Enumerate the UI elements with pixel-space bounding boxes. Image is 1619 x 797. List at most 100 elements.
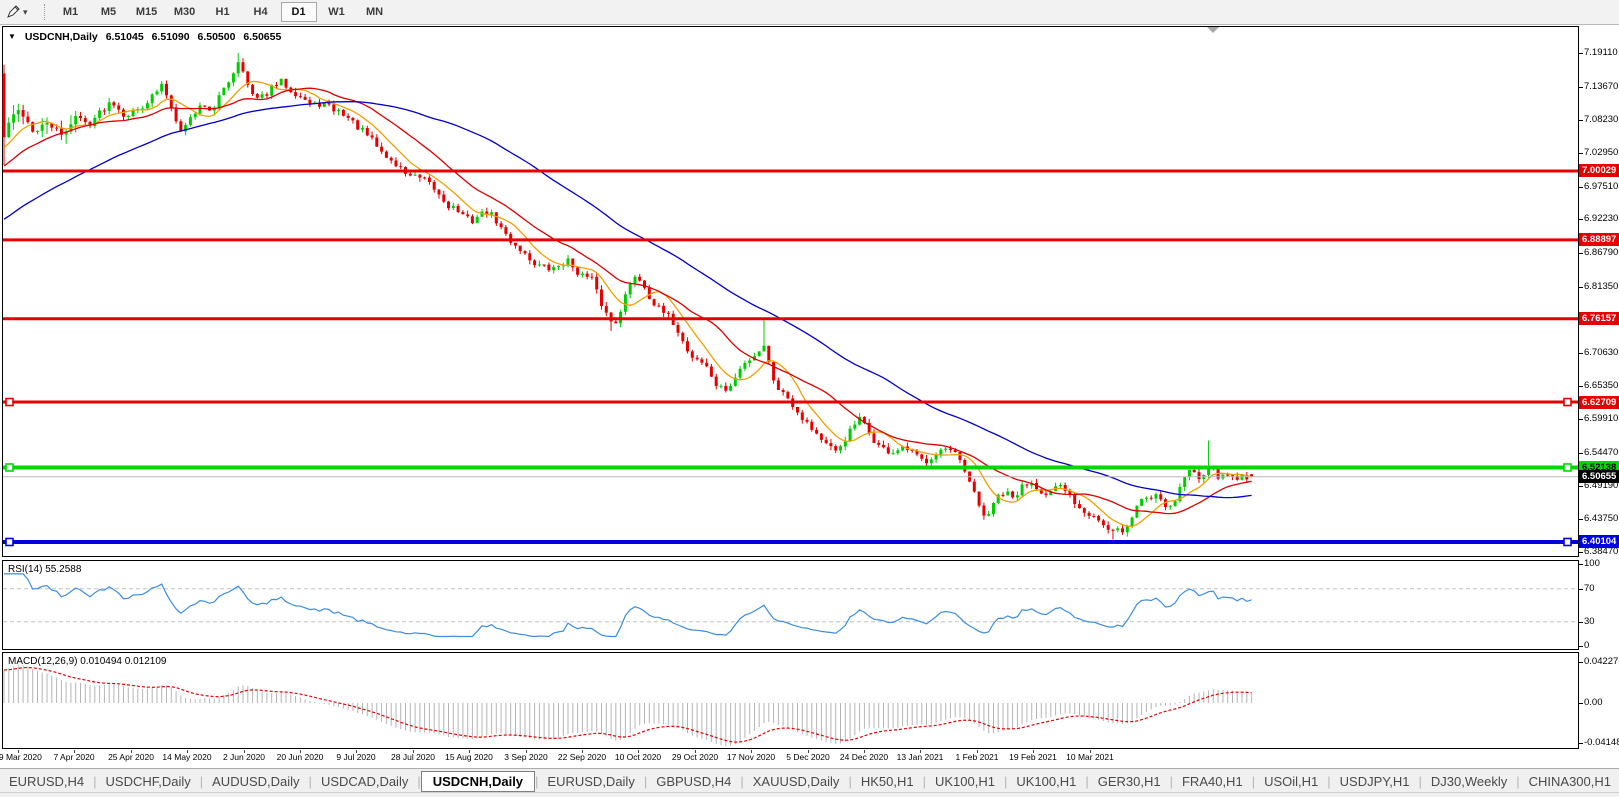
tab-uk100-h1[interactable]: UK100,H1 [1007, 772, 1085, 791]
line-handle[interactable] [5, 397, 14, 407]
date-label: 29 Oct 2020 [671, 752, 719, 762]
status-strip [0, 792, 1619, 797]
moving-average-20 [3, 87, 1252, 515]
hline-6.62709[interactable] [3, 397, 1578, 407]
hline-6.40104[interactable] [3, 537, 1578, 547]
price-tick [1579, 187, 1583, 188]
macd-value-main: 0.010494 [80, 656, 122, 667]
date-label: 14 May 2020 [162, 752, 212, 762]
date-tick [977, 750, 978, 753]
date-label: 3 Sep 2020 [504, 752, 548, 762]
line-handle[interactable] [5, 463, 14, 472]
tab-usoil-h1[interactable]: USOil,H1 [1255, 772, 1327, 791]
drawing-tool-button[interactable]: ▾ [0, 0, 34, 24]
rsi-panel-canvas[interactable] [2, 560, 1579, 650]
timeframe-button-m30[interactable]: M30 [167, 2, 203, 22]
caret-down-icon[interactable]: ▾ [23, 7, 28, 18]
tab-xauusd-daily[interactable]: XAUUSD,Daily [744, 772, 849, 791]
toolbar-grip[interactable] [43, 4, 46, 20]
timeframe-button-mn[interactable]: MN [357, 2, 393, 22]
tab-fra40-h1[interactable]: FRA40,H1 [1173, 772, 1252, 791]
timeframe-button-h4[interactable]: H4 [243, 2, 279, 22]
line-handle[interactable] [1563, 463, 1572, 472]
price-tick [1579, 120, 1583, 121]
price-tick-label: 6.97510 [1584, 181, 1619, 192]
date-label: 19 Mar 2020 [0, 752, 42, 762]
quote-high: 6.51090 [151, 31, 190, 43]
date-tick [808, 750, 809, 753]
current-price-label: 6.50655 [1579, 470, 1619, 483]
date-tick [413, 750, 414, 753]
quote-close: 6.50655 [243, 31, 282, 43]
date-tick [1033, 750, 1034, 753]
line-handle[interactable] [1563, 537, 1572, 547]
tab-eurusd-h4[interactable]: EURUSD,H4 [0, 772, 93, 791]
timeframe-button-d1[interactable]: D1 [280, 2, 317, 22]
price-tick-label: 7.13670 [1584, 81, 1619, 92]
macd-name: MACD(12,26,9) [8, 656, 78, 667]
date-label: 25 Apr 2020 [108, 752, 154, 762]
tab-usdjpy-h1[interactable]: USDJPY,H1 [1331, 772, 1419, 791]
price-tick [1579, 419, 1583, 420]
date-tick [244, 750, 245, 753]
price-tick-label: 6.54470 [1584, 447, 1619, 458]
price-tick-label: 6.86790 [1584, 247, 1619, 258]
price-tick [1579, 552, 1583, 553]
macd-tick [1579, 703, 1583, 704]
tab-gbpusd-h4[interactable]: GBPUSD,H4 [647, 772, 740, 791]
tab-eurusd-daily[interactable]: EURUSD,Daily [538, 772, 643, 791]
rsi-line [4, 573, 1252, 638]
chart-shift-marker-icon[interactable] [1207, 27, 1219, 33]
date-tick [1090, 750, 1091, 753]
timeframe-button-m5[interactable]: M5 [91, 2, 127, 22]
timeframe-button-h1[interactable]: H1 [205, 2, 241, 22]
price-tick-label: 6.81350 [1584, 281, 1619, 292]
tab-china300-h1[interactable]: CHINA300,H1 [1520, 772, 1619, 791]
hline-price-label: 6.62709 [1579, 396, 1619, 409]
tab-usdcnh-daily[interactable]: USDCNH,Daily [420, 770, 536, 792]
rsi-tick-label: 100 [1584, 558, 1600, 569]
line-handle[interactable] [1563, 397, 1572, 407]
tab-usdchf-daily[interactable]: USDCHF,Daily [97, 772, 200, 791]
price-tick [1579, 386, 1583, 387]
tab-uk100-h1[interactable]: UK100,H1 [926, 772, 1004, 791]
date-label: 28 Jul 2020 [391, 752, 435, 762]
date-tick [864, 750, 865, 753]
price-tick [1579, 287, 1583, 288]
macd-histogram [3, 665, 1253, 747]
tab-usdcad-daily[interactable]: USDCAD,Daily [312, 772, 417, 791]
date-label: 22 Sep 2020 [557, 752, 607, 762]
hline-price-label: 6.52138 [1579, 461, 1619, 474]
tab-audusd-daily[interactable]: AUDUSD,Daily [203, 772, 308, 791]
rsi-name: RSI(14) [8, 564, 43, 575]
tab-hk50-h1[interactable]: HK50,H1 [852, 772, 923, 791]
chart-symbol-period: USDCNH,Daily [24, 31, 98, 43]
macd-panel-canvas[interactable] [2, 652, 1579, 749]
tab-dj30-weekly[interactable]: DJ30,Weekly [1422, 772, 1516, 791]
main-chart-canvas[interactable] [2, 26, 1579, 557]
price-tick [1579, 486, 1583, 487]
macd-value-signal: 0.012109 [124, 656, 167, 667]
rsi-tick-label: 0 [1584, 640, 1590, 651]
date-tick [638, 750, 639, 753]
rsi-label: RSI(14) 55.2588 [8, 564, 81, 575]
hline-6.52138[interactable] [3, 463, 1578, 472]
date-label: 15 Aug 2020 [445, 752, 493, 762]
macd-tick [1579, 662, 1583, 663]
date-label: 17 Nov 2020 [726, 752, 776, 762]
date-tick [751, 750, 752, 753]
moving-average-55 [3, 100, 1252, 499]
line-handle[interactable] [5, 537, 14, 547]
rsi-tick [1579, 646, 1583, 647]
price-tick-label: 6.70630 [1584, 347, 1619, 358]
quote-open: 6.51045 [105, 31, 144, 43]
timeframe-button-w1[interactable]: W1 [319, 2, 355, 22]
timeframe-button-m1[interactable]: M1 [53, 2, 89, 22]
timeframe-button-m15[interactable]: M15 [129, 2, 165, 22]
date-label: 10 Oct 2020 [614, 752, 662, 762]
rsi-tick-label: 70 [1584, 583, 1595, 594]
macd-label: MACD(12,26,9) 0.010494 0.012109 [8, 656, 166, 667]
tab-ger30-h1[interactable]: GER30,H1 [1089, 772, 1170, 791]
rsi-tick [1579, 564, 1583, 565]
date-tick [469, 750, 470, 753]
